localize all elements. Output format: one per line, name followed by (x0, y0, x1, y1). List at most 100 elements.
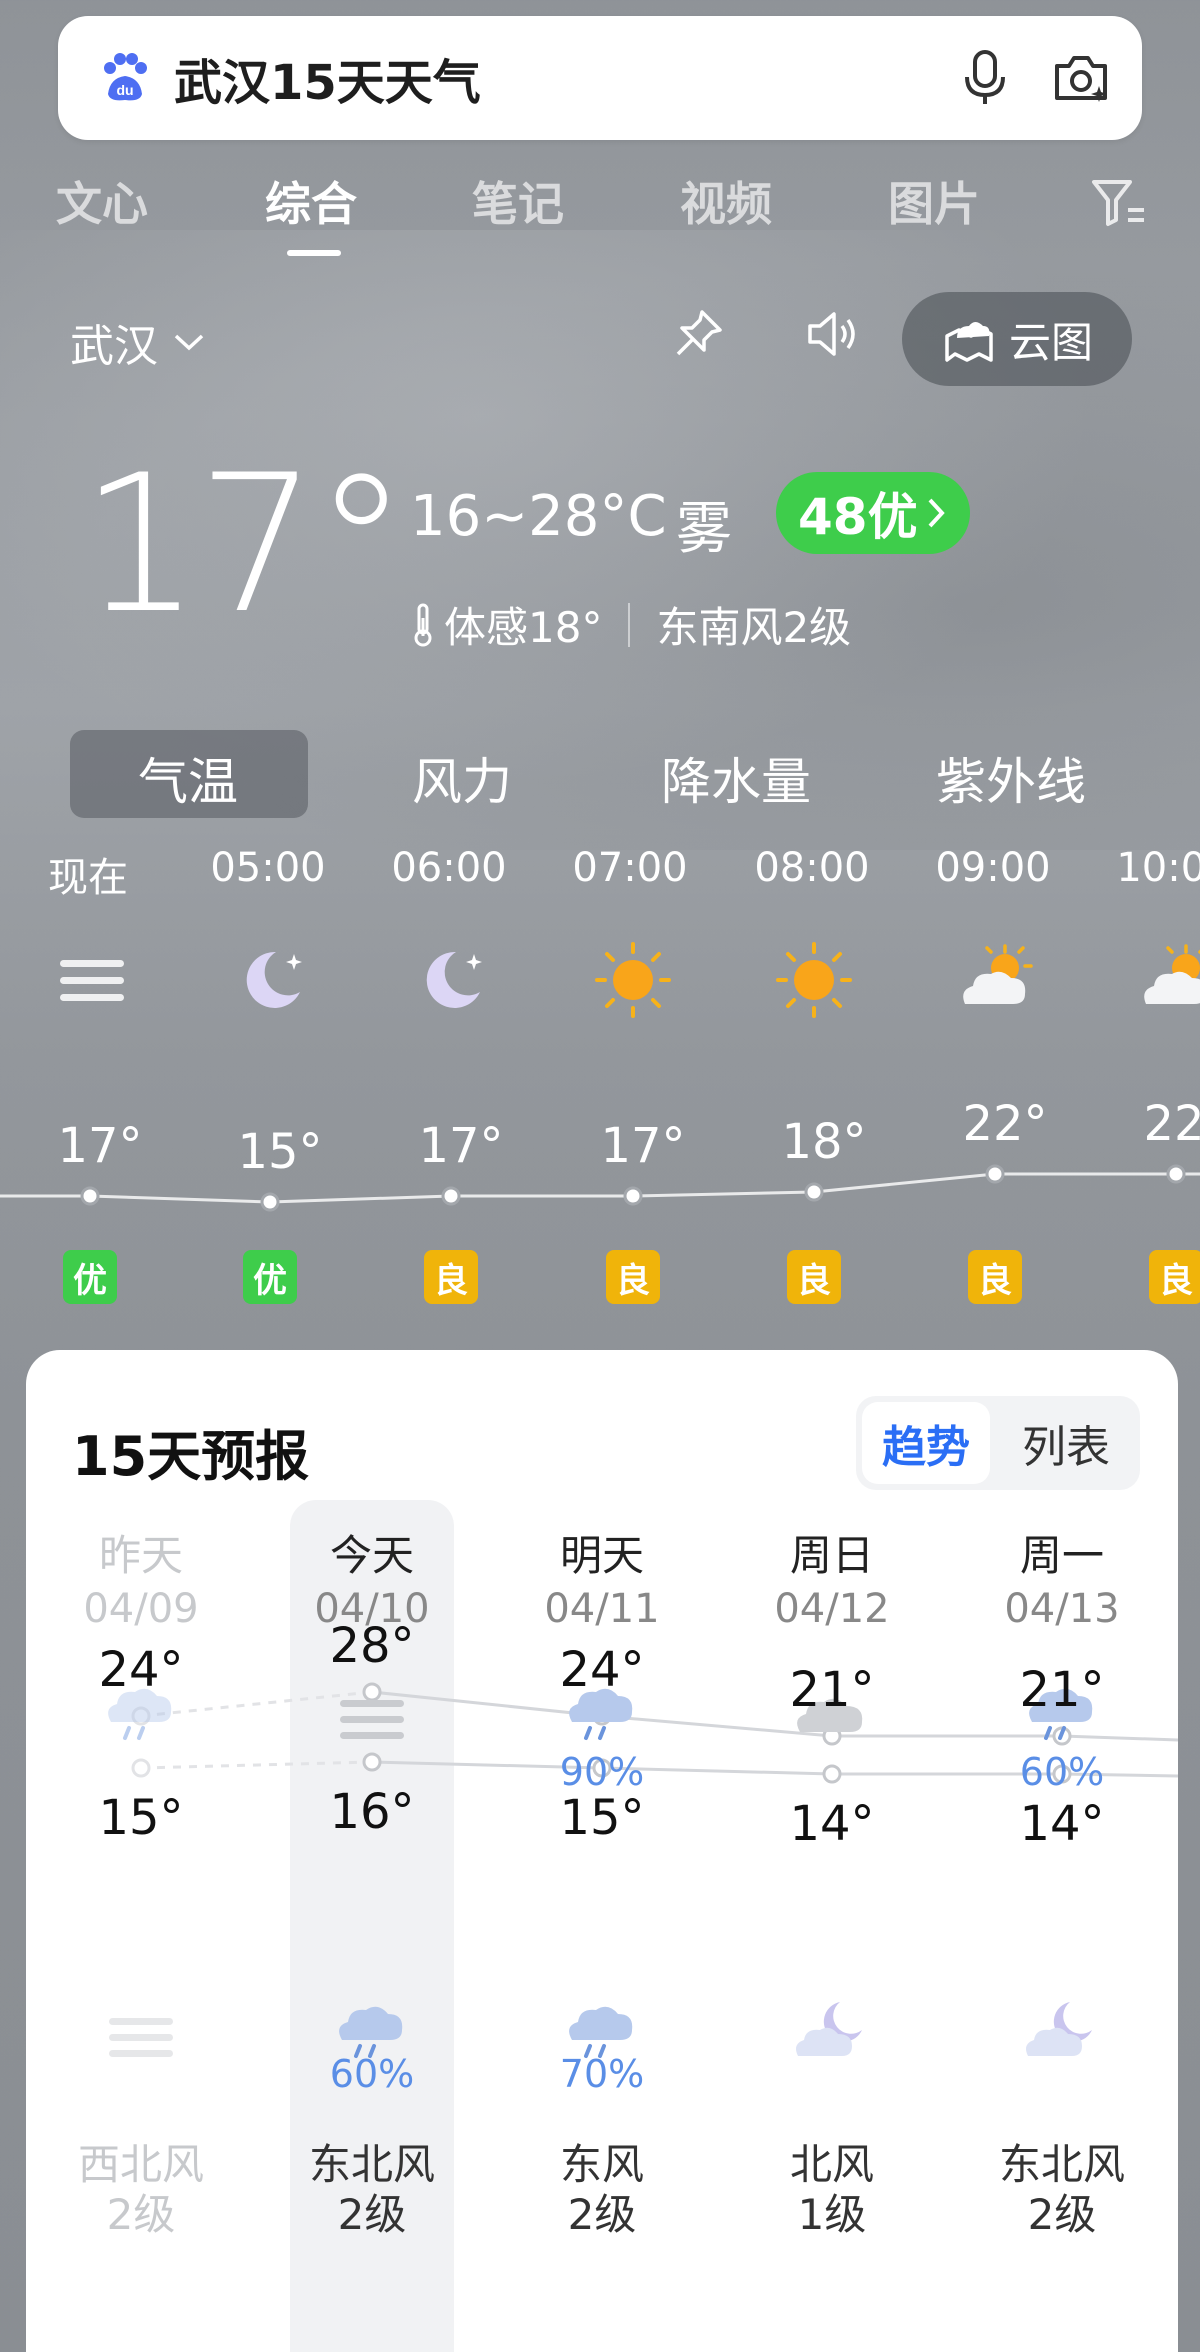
aqi-level-badge: 良 (424, 1250, 478, 1304)
cloud-map-button[interactable]: 云图 (902, 292, 1132, 386)
metric-tab-temperature[interactable]: 气温 (138, 742, 238, 814)
feels-like: 体感18° (444, 603, 603, 652)
low-temp: 14° (1019, 1796, 1105, 1852)
hour-time: 05:00 (210, 845, 326, 891)
aqi-level-badge: 优 (243, 1250, 297, 1304)
fog-icon (60, 960, 124, 1001)
hour-temp: 18° (781, 1114, 867, 1170)
hour-temp: 17° (57, 1118, 143, 1174)
low-temp: 15° (559, 1790, 645, 1846)
tab-videos[interactable]: 视频 (680, 168, 772, 234)
hour-time: 08:00 (754, 845, 870, 891)
day-name: 明天 (559, 1531, 644, 1580)
high-temp: 28° (329, 1618, 415, 1674)
aqi-badge[interactable]: 48优 (776, 472, 970, 554)
precip-chance: 90% (559, 1750, 645, 1794)
active-tab-indicator (287, 250, 341, 256)
tab-images[interactable]: 图片 (888, 168, 980, 234)
moon-icon (246, 951, 302, 1008)
high-temp: 24° (559, 1642, 645, 1698)
city-name: 武汉 (70, 321, 158, 372)
day-name: 昨天 (98, 1531, 183, 1580)
cloudy-moon-icon (1026, 2002, 1092, 2056)
hour-time: 09:00 (935, 845, 1051, 891)
tab-all[interactable]: 综合 (265, 168, 357, 234)
day-name: 周日 (789, 1531, 874, 1580)
fog-icon (109, 2018, 173, 2057)
hour-time: 07:00 (572, 845, 688, 891)
hour-temp: 15° (237, 1124, 323, 1180)
wind-direction: 西北风 (77, 2140, 204, 2189)
aqi-level-badge: 良 (1149, 1250, 1200, 1304)
hour-temp: 17° (600, 1118, 686, 1174)
day-date: 04/09 (83, 1586, 199, 1632)
aqi-level-badge: 良 (787, 1250, 841, 1304)
filter-icon[interactable] (1090, 176, 1146, 230)
search-tabs: 文心 综合 笔记 视频 图片 (0, 168, 1200, 258)
wind-level: 2级 (1027, 2190, 1097, 2239)
metric-tab-wind[interactable]: 风力 (412, 742, 512, 814)
cloud-map-label: 云图 (1008, 317, 1093, 367)
fog-icon (340, 1700, 404, 1739)
high-temp: 21° (789, 1662, 875, 1718)
aqi-value: 48优 (798, 488, 918, 546)
low-temp: 16° (329, 1784, 415, 1840)
wind-direction: 东北风 (308, 2140, 435, 2189)
view-toggle: 趋势 列表 (856, 1396, 1140, 1490)
moon-icon (426, 951, 482, 1008)
partly-cloudy-icon (1144, 944, 1200, 1004)
day-date: 04/13 (1004, 1586, 1120, 1632)
tab-notes[interactable]: 笔记 (472, 168, 564, 234)
thermometer-icon (414, 603, 432, 646)
image-search-button[interactable] (1046, 43, 1116, 113)
aqi-level-badge: 良 (606, 1250, 660, 1304)
night-precip-chance: 60% (329, 2052, 415, 2096)
wind-level: 2级 (337, 2190, 407, 2239)
divider (628, 602, 631, 647)
trend-view-button[interactable]: 趋势 (862, 1402, 990, 1484)
wind-level: 1级 (797, 2190, 867, 2239)
wind-level: 2级 (567, 2190, 637, 2239)
hour-time: 06:00 (391, 845, 507, 891)
chevron-right-icon (928, 498, 945, 528)
day-name: 周一 (1019, 1531, 1104, 1580)
wind-direction: 东北风 (998, 2140, 1125, 2189)
sun-icon (776, 942, 852, 1018)
list-view-button[interactable]: 列表 (1002, 1402, 1130, 1484)
day-date: 04/12 (774, 1586, 890, 1632)
chevron-down-icon (174, 334, 204, 351)
hour-time: 现在 (48, 855, 128, 901)
sun-icon (595, 942, 671, 1018)
city-selector[interactable]: 武汉 (70, 310, 206, 374)
night-precip-chance: 70% (559, 2052, 645, 2096)
pin-icon[interactable] (672, 308, 724, 360)
search-bar[interactable]: du 武汉15天天气 (58, 16, 1142, 140)
hour-time: 10:00 (1116, 845, 1200, 891)
current-temperature: 17° (80, 434, 409, 655)
cloudy-moon-icon (796, 2002, 862, 2056)
speaker-icon[interactable] (804, 308, 862, 360)
tab-wenxin[interactable]: 文心 (56, 168, 148, 234)
precip-chance: 60% (1019, 1750, 1105, 1794)
wind-direction: 北风 (789, 2140, 874, 2189)
low-temp: 15° (98, 1790, 184, 1846)
microphone-icon (965, 50, 1005, 104)
voice-search-button[interactable] (950, 43, 1020, 113)
baidu-paw-icon: du (104, 53, 147, 101)
forecast-card: 15天预报 趋势 列表 昨天 04/09 24° 15° 西北风 2级 今天 04/10 28°… (26, 1350, 1178, 2352)
high-temp: 21° (1019, 1662, 1105, 1718)
aqi-level-badge: 优 (63, 1250, 117, 1304)
wind-direction: 东风 (559, 2140, 644, 2189)
forecast-title: 15天预报 (72, 1425, 310, 1488)
aqi-level-badge: 良 (968, 1250, 1022, 1304)
svg-text:du: du (116, 82, 133, 98)
search-query[interactable]: 武汉15天天气 (174, 43, 950, 113)
wind-level: 2级 (106, 2190, 176, 2239)
day-name: 今天 (329, 1531, 414, 1580)
feels-like-row: 体感18° 东南风2级 (410, 594, 851, 655)
hour-temp: 22° (962, 1096, 1048, 1152)
day-date: 04/11 (544, 1586, 660, 1632)
camera-icon (1055, 56, 1107, 102)
metric-tab-uv[interactable]: 紫外线 (936, 742, 1086, 814)
metric-tab-precipitation[interactable]: 降水量 (661, 742, 811, 814)
